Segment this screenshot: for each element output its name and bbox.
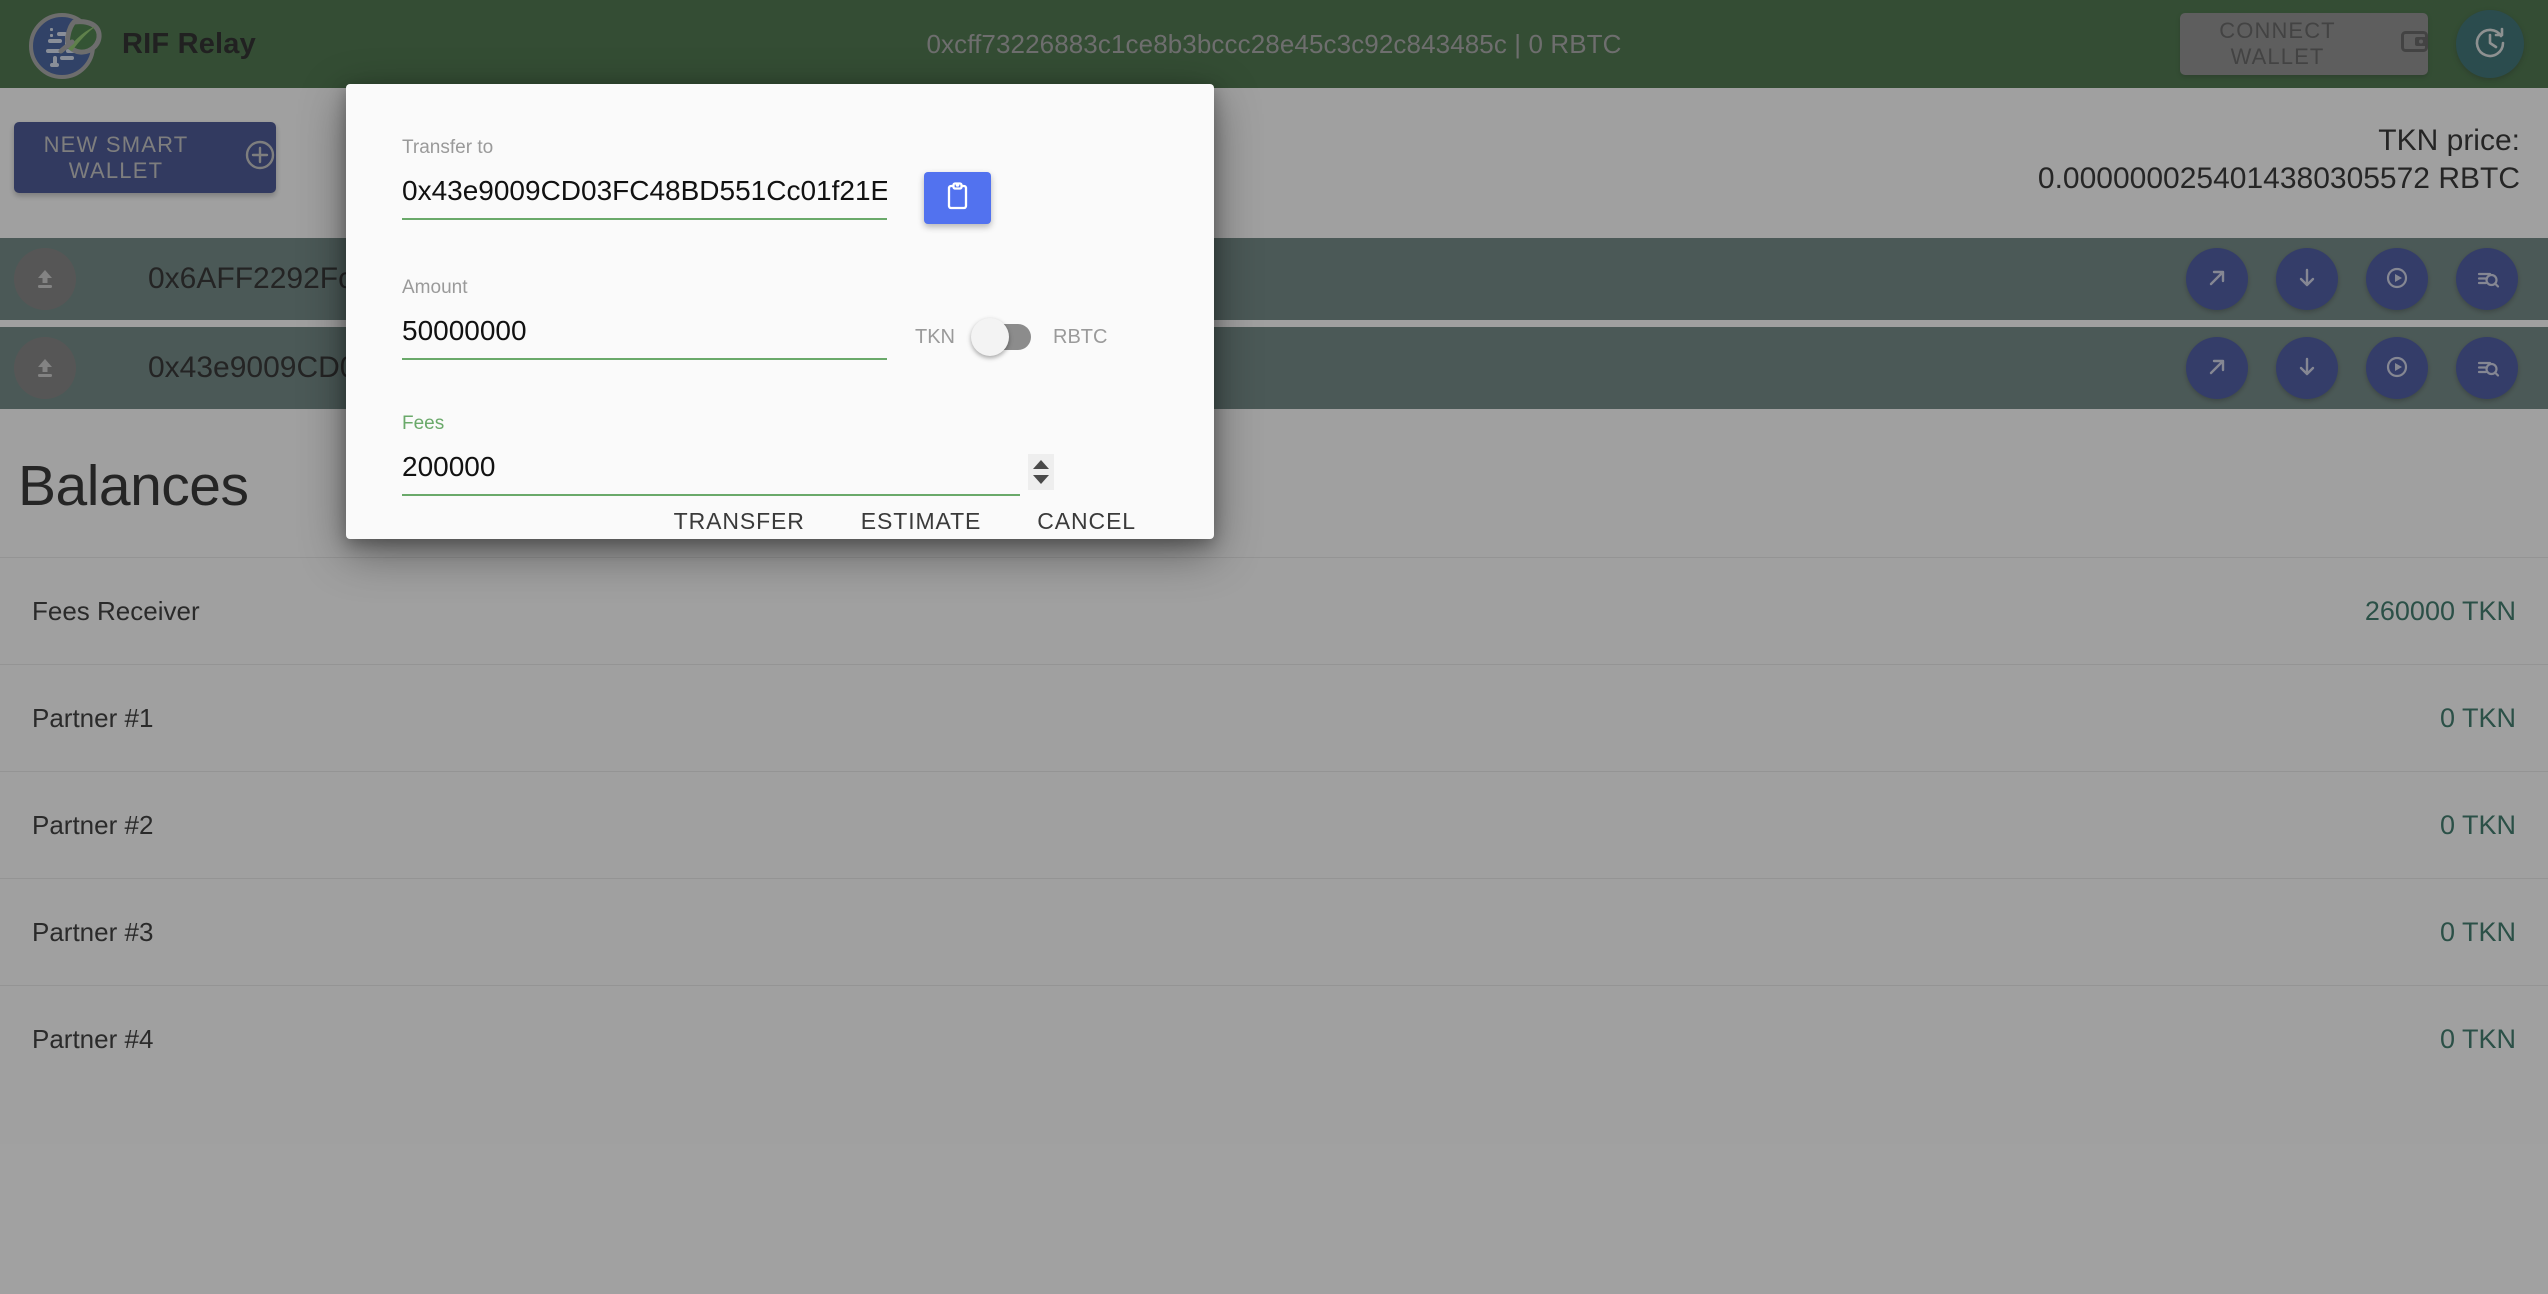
transfer-to-field: Transfer to xyxy=(402,132,887,220)
clipboard-icon xyxy=(944,182,971,214)
transfer-to-input[interactable] xyxy=(402,175,887,220)
token-toggle-right-label: RBTC xyxy=(1053,325,1108,348)
amount-input[interactable] xyxy=(402,315,887,360)
amount-field: Amount xyxy=(402,272,887,360)
transfer-to-label: Transfer to xyxy=(402,137,494,158)
paste-button[interactable] xyxy=(924,172,991,224)
amount-label: Amount xyxy=(402,277,468,298)
transfer-button[interactable]: TRANSFER xyxy=(648,496,831,547)
fees-label: Fees xyxy=(402,413,445,434)
dialog-actions: TRANSFER ESTIMATE CANCEL xyxy=(402,496,1162,577)
fees-row: Fees xyxy=(402,408,1162,496)
transfer-dialog: Transfer to Amount TKN RBTC xyxy=(346,84,1214,539)
estimate-button[interactable]: ESTIMATE xyxy=(835,496,1008,547)
triangle-down-icon[interactable] xyxy=(1033,475,1049,484)
transfer-to-row: Transfer to xyxy=(402,132,1162,224)
fees-field: Fees xyxy=(402,408,1020,496)
token-toggle-knob xyxy=(971,318,1009,356)
token-toggle-left-label: TKN xyxy=(915,325,955,348)
cancel-button[interactable]: CANCEL xyxy=(1011,496,1162,547)
fees-stepper[interactable] xyxy=(1028,454,1054,490)
amount-row: Amount TKN RBTC xyxy=(402,272,1162,360)
fees-input[interactable] xyxy=(402,451,1020,496)
token-toggle: TKN RBTC xyxy=(915,318,1108,356)
triangle-up-icon[interactable] xyxy=(1033,460,1049,469)
token-toggle-switch[interactable] xyxy=(971,318,1031,356)
